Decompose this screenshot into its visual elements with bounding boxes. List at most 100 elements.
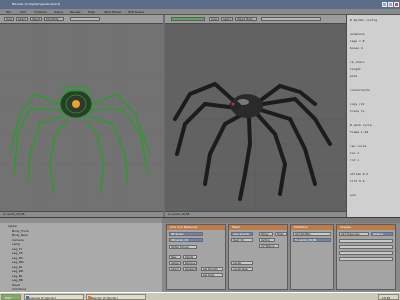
mode-selector[interactable]: Edit Mode bbox=[44, 17, 64, 21]
outliner-row[interactable]: Leg_RR bbox=[12, 270, 23, 273]
outliner[interactable]: spider Body_Front Body_Rear Camera Lamp … bbox=[0, 217, 162, 292]
relative-toggle[interactable]: Relative bbox=[371, 232, 393, 236]
menu-timeline[interactable]: Timeline bbox=[34, 10, 47, 14]
text-line: stride 0.5 bbox=[350, 172, 369, 176]
screen-selector[interactable]: SR:2-Model bbox=[104, 10, 121, 14]
text-line: rot x bbox=[350, 158, 360, 162]
panel-title: Shapes bbox=[337, 225, 395, 230]
deselect-button[interactable]: Deselect bbox=[183, 267, 197, 271]
object-name-field[interactable]: OB:spider_CB bbox=[169, 238, 203, 242]
degree-field[interactable]: Degr: 30 bbox=[231, 238, 253, 242]
mesh-panel: Mesh Auto Smooth Degr: 30 Sticky Make Ve… bbox=[228, 224, 288, 290]
outliner-row[interactable]: Body_Rear bbox=[12, 234, 28, 237]
sticky-label: Sticky bbox=[259, 232, 273, 236]
outliner-row[interactable]: Leg_RL bbox=[12, 266, 23, 269]
text-line: ik_chain bbox=[350, 60, 365, 64]
menu-add[interactable]: Add bbox=[20, 10, 26, 14]
close-button[interactable] bbox=[394, 2, 399, 7]
taskbar-item[interactable]: Blender [C:\Spider] bbox=[86, 294, 146, 300]
menu-help[interactable]: Help bbox=[88, 10, 95, 14]
text-line: target bbox=[350, 67, 361, 71]
vertex-color-label: VertCol bbox=[259, 238, 275, 242]
menu-file[interactable]: File bbox=[6, 10, 11, 14]
outliner-row[interactable]: Leg_FR bbox=[12, 252, 23, 255]
outliner-row[interactable]: Body_Front bbox=[12, 230, 29, 233]
remove-button[interactable]: Remove bbox=[183, 261, 197, 265]
view-menu[interactable]: View bbox=[4, 17, 14, 21]
select-menu[interactable]: Select bbox=[16, 17, 28, 21]
active-object-label-right: (1) spider_CB_BR bbox=[168, 212, 190, 216]
add-modifier-button[interactable]: Add Modifier bbox=[293, 232, 331, 236]
wireframe-spider bbox=[0, 24, 163, 217]
sticky-make-button[interactable]: Make bbox=[275, 232, 287, 236]
minimize-button[interactable] bbox=[382, 2, 387, 7]
shape-slider[interactable] bbox=[339, 257, 393, 261]
text-line: legs = 8 bbox=[350, 39, 365, 43]
set-smooth-button[interactable]: Set Smooth bbox=[201, 267, 223, 271]
outliner-row[interactable]: Leg_BR bbox=[12, 279, 23, 282]
menu-render[interactable]: Render bbox=[70, 10, 81, 14]
text-line: loc z bbox=[350, 151, 360, 155]
outliner-row[interactable]: Head bbox=[12, 284, 20, 287]
draw-toolbar[interactable] bbox=[261, 17, 321, 21]
delete-button[interactable]: Delete bbox=[183, 255, 197, 259]
start-button[interactable]: start bbox=[1, 294, 21, 300]
taskbar-item[interactable]: animals [C:\Spider] bbox=[24, 294, 84, 300]
shape-slider[interactable] bbox=[339, 239, 393, 243]
set-solid-button[interactable]: Set Solid bbox=[201, 273, 223, 277]
mode-selector-right[interactable]: Object Mode bbox=[235, 17, 257, 21]
outliner-row[interactable]: Camera bbox=[12, 239, 24, 242]
shape-slider[interactable] bbox=[339, 245, 393, 249]
outliner-row[interactable]: Leg_ML bbox=[12, 257, 23, 260]
shaded-spider bbox=[165, 81, 346, 217]
text-line: track_to bbox=[350, 109, 365, 113]
system-tray: 10:48 bbox=[378, 294, 399, 300]
outliner-row[interactable]: Armature bbox=[12, 288, 26, 291]
active-object-label: (1) spider_CB_BR bbox=[3, 212, 25, 216]
left-view-header: View Select Object Edit Mode bbox=[0, 15, 163, 24]
taskbar: start animals [C:\Spider] Blender [C:\Sp… bbox=[0, 292, 400, 300]
outliner-row[interactable]: Leg_FL bbox=[12, 248, 22, 251]
center-new-button[interactable]: Center New bbox=[231, 267, 253, 271]
outliner-row[interactable]: Leg_MR bbox=[12, 261, 24, 264]
text-line: pole bbox=[350, 74, 358, 78]
view-toolbar[interactable] bbox=[70, 17, 100, 21]
outliner-row[interactable]: Lamp bbox=[12, 243, 20, 246]
assign-button[interactable]: Assign bbox=[169, 261, 181, 265]
auto-smooth-toggle[interactable]: Auto Smooth bbox=[231, 232, 253, 236]
outliner-row[interactable]: Leg_BL bbox=[12, 275, 23, 278]
right-3d-viewport[interactable]: (1) spider_CB_BR bbox=[165, 24, 346, 217]
text-line: ipo curve bbox=[350, 144, 367, 148]
outliner-row[interactable]: spider bbox=[8, 225, 17, 228]
text-line: frame 1-24 bbox=[350, 130, 369, 134]
select-button[interactable]: Select bbox=[169, 267, 181, 271]
outliner-header bbox=[0, 218, 162, 223]
panel-title: Modifiers bbox=[291, 225, 333, 230]
modifier-target-field[interactable]: To: spider_CB_BR bbox=[293, 238, 331, 242]
scene-selector[interactable]: SCE:Scene bbox=[128, 10, 144, 14]
menu-game[interactable]: Game bbox=[54, 10, 63, 14]
window-titlebar: Blender [C:\Spider\spider.blend] bbox=[0, 0, 400, 9]
shape-slider[interactable] bbox=[339, 251, 393, 255]
left-3d-viewport[interactable]: (1) spider_CB_BR bbox=[0, 24, 163, 217]
text-line: copy_rot bbox=[350, 102, 365, 106]
buttons-header bbox=[162, 218, 400, 223]
add-shape-key-button[interactable]: Add Shape Key bbox=[339, 232, 369, 236]
select-menu-right[interactable]: Select bbox=[221, 17, 233, 21]
new-button[interactable]: New bbox=[169, 255, 181, 259]
right-view-header: View Select Object Mode bbox=[165, 15, 346, 24]
mesh-name-field[interactable]: ME:Spider bbox=[169, 232, 203, 236]
clock: 10:48 bbox=[382, 295, 391, 300]
view-menu-right[interactable]: View bbox=[209, 17, 219, 21]
center-button[interactable]: Center bbox=[231, 261, 253, 265]
text-line: constraints bbox=[350, 88, 370, 92]
object-menu[interactable]: Object bbox=[30, 17, 42, 21]
modifiers-panel: Modifiers Add Modifier To: spider_CB_BR bbox=[290, 224, 334, 290]
panel-title: Link and Materials bbox=[167, 225, 225, 230]
buttons-window: Link and Materials ME:Spider OB:spider_C… bbox=[162, 217, 400, 292]
maximize-button[interactable] bbox=[388, 2, 393, 7]
layer-buttons[interactable] bbox=[171, 17, 205, 21]
shapes-panel: Shapes Add Shape Key Relative bbox=[336, 224, 396, 290]
text-line: armature bbox=[350, 32, 365, 36]
text-editor[interactable]: # Spider config armature legs = 8 bones … bbox=[346, 15, 400, 217]
